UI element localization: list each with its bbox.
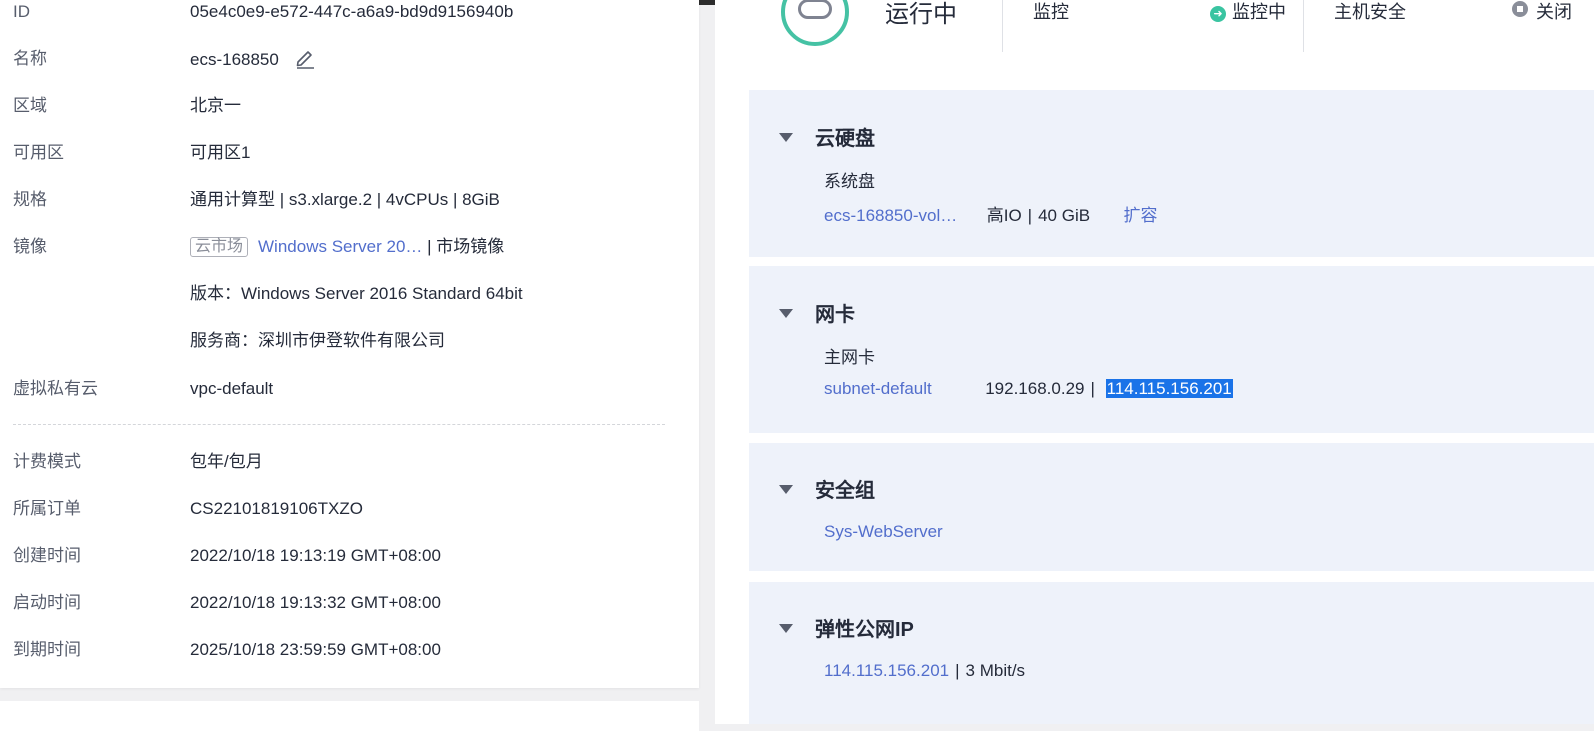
- billing-label: 计费模式: [13, 452, 81, 471]
- image-version: 版本：Windows Server 2016 Standard 64bit: [190, 284, 523, 303]
- status-header: 运行中 监控 ➜ 监控中 主机安全 关闭: [715, 0, 1594, 70]
- nic-detail: subnet-default 192.168.0.29 | 114.115.156…: [824, 379, 1233, 398]
- image-link[interactable]: Windows Server 20…: [258, 237, 422, 256]
- header-divider: [1303, 0, 1304, 52]
- host-security-state: 关闭: [1536, 2, 1572, 22]
- card-disk: 云硬盘 系统盘 ecs-168850-vol… 高IO | 40 GiB 扩容: [749, 90, 1594, 257]
- expire-label: 到期时间: [13, 640, 81, 659]
- collapse-caret-icon[interactable]: [779, 133, 793, 142]
- started-label: 启动时间: [13, 593, 81, 612]
- section-divider: [13, 424, 665, 425]
- private-ip: 192.168.0.29: [985, 379, 1085, 398]
- monitor-status[interactable]: ➜ 监控中: [1210, 0, 1286, 24]
- spec-value: 通用计算型 | s3.xlarge.2 | 4vCPUs | 8GiB: [190, 190, 500, 209]
- image-suffix: | 市场镜像: [427, 237, 505, 256]
- order-label: 所属订单: [13, 499, 81, 518]
- disk-type: 高IO: [986, 206, 1022, 225]
- vpc-label: 虚拟私有云: [13, 379, 98, 398]
- disk-detail: ecs-168850-vol… 高IO | 40 GiB 扩容: [824, 206, 1158, 225]
- resource-panel: 运行中 监控 ➜ 监控中 主机安全 关闭 云硬盘 系统盘 ecs-168850-v…: [715, 0, 1594, 724]
- collapse-caret-icon[interactable]: [779, 624, 793, 633]
- next-panel: [0, 701, 699, 731]
- image-label: 镜像: [13, 237, 47, 256]
- name-value: ecs-168850: [190, 50, 279, 69]
- public-ip-selected[interactable]: 114.115.156.201: [1105, 379, 1233, 398]
- card-nic: 网卡 主网卡 subnet-default 192.168.0.29 | 114.…: [749, 266, 1594, 433]
- eip-detail: 114.115.156.201 | 3 Mbit/s: [824, 661, 1026, 680]
- name-value-wrap: ecs-168850: [190, 47, 316, 76]
- collapse-caret-icon[interactable]: [779, 309, 793, 318]
- security-group-link[interactable]: Sys-WebServer: [824, 522, 943, 541]
- collapse-caret-icon[interactable]: [779, 485, 793, 494]
- created-value: 2022/10/18 19:13:19 GMT+08:00: [190, 546, 441, 565]
- order-link[interactable]: CS22101819106TXZO: [190, 497, 363, 521]
- disk-sub: 系统盘: [824, 172, 875, 191]
- edit-icon[interactable]: [294, 47, 316, 76]
- volume-link[interactable]: ecs-168850-vol…: [824, 206, 957, 225]
- eip-bandwidth: 3 Mbit/s: [965, 661, 1026, 680]
- name-label: 名称: [13, 49, 47, 68]
- running-status-icon: [781, 0, 849, 46]
- monitor-state: 监控中: [1232, 2, 1286, 22]
- subnet-link[interactable]: subnet-default: [824, 379, 932, 398]
- disk-title: 云硬盘: [815, 128, 875, 150]
- expire-value: 2025/10/18 23:59:59 GMT+08:00: [190, 640, 441, 659]
- host-security-label: 主机安全: [1334, 2, 1406, 22]
- eip-title: 弹性公网IP: [815, 619, 914, 641]
- started-value: 2022/10/18 19:13:32 GMT+08:00: [190, 593, 441, 612]
- card-eip: 弹性公网IP 114.115.156.201 | 3 Mbit/s: [749, 582, 1594, 724]
- nic-sub: 主网卡: [824, 348, 875, 367]
- host-security-status[interactable]: 关闭: [1512, 0, 1572, 24]
- server-glyph-icon: [798, 0, 832, 19]
- disk-size: 40 GiB: [1038, 206, 1091, 225]
- card-security-group: 安全组 Sys-WebServer: [749, 443, 1594, 571]
- marketplace-tag: 云市场: [190, 237, 249, 257]
- id-label: ID: [13, 2, 30, 21]
- az-label: 可用区: [13, 143, 64, 162]
- region-label: 区域: [13, 96, 47, 115]
- vpc-link[interactable]: vpc-default: [190, 377, 273, 401]
- expand-link[interactable]: 扩容: [1124, 206, 1158, 225]
- billing-value: 包年/包月: [190, 452, 263, 471]
- nic-title: 网卡: [815, 304, 855, 326]
- id-value: 05e4c0e9-e572-447c-a6a9-bd9d9156940b: [190, 2, 514, 21]
- stop-icon: [1512, 1, 1528, 17]
- monitoring-on-icon: ➜: [1210, 6, 1226, 22]
- image-value: 云市场 Windows Server 20… | 市场镜像: [190, 235, 504, 259]
- monitor-label: 监控: [1033, 2, 1069, 22]
- secgroup-link: Sys-WebServer: [824, 520, 943, 544]
- created-label: 创建时间: [13, 546, 81, 565]
- az-value: 可用区1: [190, 143, 251, 162]
- spec-label: 规格: [13, 190, 47, 209]
- running-state: 运行中: [885, 1, 957, 28]
- image-provider: 服务商：深圳市伊登软件有限公司: [190, 331, 445, 350]
- region-value: 北京一: [190, 96, 241, 115]
- header-divider: [1002, 0, 1003, 52]
- details-panel: ID 05e4c0e9-e572-447c-a6a9-bd9d9156940b …: [0, 0, 699, 688]
- secgroup-title: 安全组: [815, 480, 875, 502]
- eip-link[interactable]: 114.115.156.201: [824, 661, 949, 680]
